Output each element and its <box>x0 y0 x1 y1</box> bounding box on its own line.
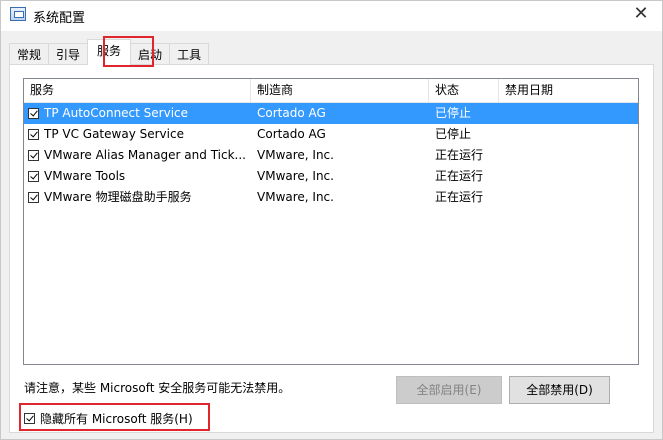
service-cell: VMware Alias Manager and Tick... <box>24 145 251 166</box>
manufacturer-cell: VMware, Inc. <box>257 169 334 183</box>
service-checkbox[interactable] <box>28 150 39 161</box>
enable-all-button[interactable]: 全部启用(E) <box>396 376 502 404</box>
service-cell: VMware 物理磁盘助手服务 <box>24 187 251 208</box>
table-row[interactable]: TP AutoConnect Service Cortado AG 已停止 <box>24 103 638 124</box>
manufacturer-cell: Cortado AG <box>257 127 326 141</box>
tab-startup[interactable]: 启动 <box>130 43 171 65</box>
status-cell: 正在运行 <box>435 169 484 183</box>
status-cell: 正在运行 <box>435 190 484 204</box>
tab-tools[interactable]: 工具 <box>169 43 210 65</box>
disable-all-button[interactable]: 全部禁用(D) <box>509 376 610 404</box>
manufacturer-cell: VMware, Inc. <box>257 148 334 162</box>
title-bar[interactable]: 系统配置 ✕ <box>1 1 662 31</box>
disabled-date-cell <box>499 103 619 124</box>
service-cell: VMware Tools <box>24 166 251 187</box>
hide-microsoft-services-label: 隐藏所有 Microsoft 服务(H) <box>40 412 193 426</box>
table-row[interactable]: VMware Alias Manager and Tick... VMware,… <box>24 145 638 166</box>
table-row[interactable]: VMware 物理磁盘助手服务 VMware, Inc. 正在运行 <box>24 187 638 208</box>
service-checkbox[interactable] <box>28 171 39 182</box>
table-row[interactable]: VMware Tools VMware, Inc. 正在运行 <box>24 166 638 187</box>
disabled-date-cell <box>499 187 619 208</box>
service-checkbox[interactable] <box>28 129 39 140</box>
column-header-status[interactable]: 状态 <box>429 79 499 102</box>
tab-boot[interactable]: 引导 <box>48 43 89 65</box>
msconfig-app-icon <box>10 7 26 21</box>
service-name: TP VC Gateway Service <box>44 127 184 141</box>
close-icon[interactable]: ✕ <box>628 3 654 27</box>
column-header-service[interactable]: 服务 <box>24 79 251 102</box>
disabled-date-cell <box>499 124 619 145</box>
service-name: VMware Tools <box>44 169 126 183</box>
service-checkbox[interactable] <box>28 108 39 119</box>
service-cell: TP VC Gateway Service <box>24 124 251 145</box>
hide-microsoft-services-checkbox[interactable] <box>24 413 35 424</box>
service-name: TP AutoConnect Service <box>44 106 189 120</box>
table-row[interactable]: TP VC Gateway Service Cortado AG 已停止 <box>24 124 638 145</box>
services-tab-panel: 服务 制造商 状态 禁用日期 TP AutoConnect Service Co… <box>9 64 654 433</box>
column-header-manufacturer[interactable]: 制造商 <box>251 79 429 102</box>
column-header-disabled-date[interactable]: 禁用日期 <box>499 79 619 102</box>
service-cell: TP AutoConnect Service <box>24 103 251 124</box>
system-config-window: 系统配置 ✕ 常规 引导 服务 启动 工具 服务 制造商 状态 禁用日期 TP … <box>0 0 663 440</box>
status-cell: 正在运行 <box>435 148 484 162</box>
tab-strip: 常规 引导 服务 启动 工具 <box>9 39 210 65</box>
status-cell: 已停止 <box>435 127 472 141</box>
service-name: VMware 物理磁盘助手服务 <box>44 190 192 204</box>
manufacturer-cell: VMware, Inc. <box>257 190 334 204</box>
manufacturer-cell: Cortado AG <box>257 106 326 120</box>
status-cell: 已停止 <box>435 106 472 120</box>
disabled-date-cell <box>499 166 619 187</box>
tab-general[interactable]: 常规 <box>9 43 50 65</box>
hide-microsoft-services-option[interactable]: 隐藏所有 Microsoft 服务(H) <box>24 410 193 427</box>
list-header: 服务 制造商 状态 禁用日期 <box>24 79 638 103</box>
services-list[interactable]: 服务 制造商 状态 禁用日期 TP AutoConnect Service Co… <box>23 78 639 365</box>
security-services-notice: 请注意，某些 Microsoft 安全服务可能无法禁用。 <box>24 381 291 395</box>
service-name: VMware Alias Manager and Tick... <box>44 148 246 162</box>
window-title: 系统配置 <box>33 11 86 26</box>
service-checkbox[interactable] <box>28 192 39 203</box>
disabled-date-cell <box>499 145 619 166</box>
tab-services[interactable]: 服务 <box>87 39 132 65</box>
